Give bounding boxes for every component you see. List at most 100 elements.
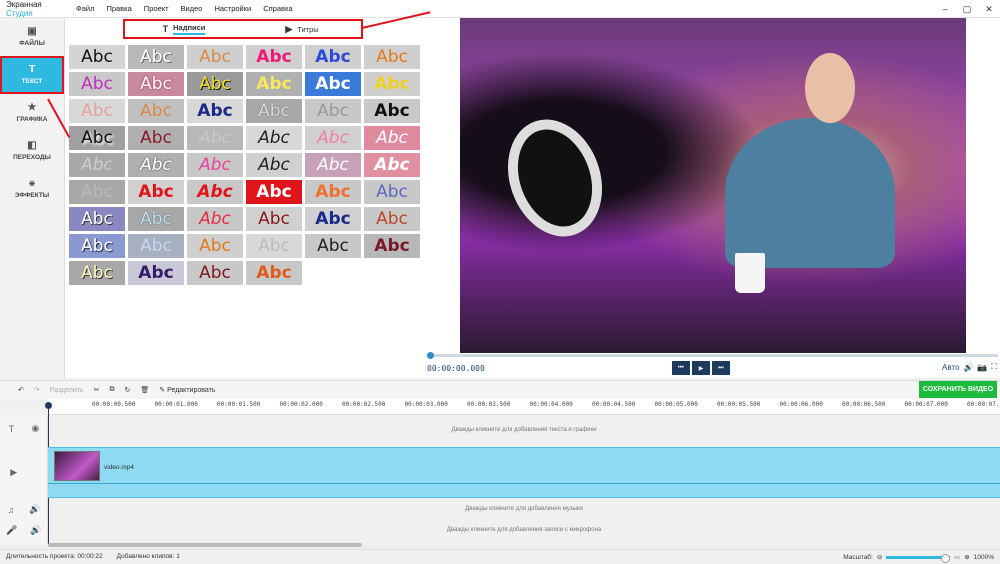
text-style-tile[interactable]: Abc bbox=[69, 99, 125, 123]
delete-icon[interactable]: 🗑 bbox=[140, 386, 149, 394]
text-style-tile[interactable]: Abc bbox=[305, 153, 361, 177]
text-style-tile[interactable]: Abc bbox=[187, 99, 243, 123]
text-style-tile[interactable]: Abc bbox=[246, 180, 302, 204]
zoom-out-icon[interactable]: ⊖ bbox=[877, 553, 882, 561]
zoom-in-icon[interactable]: ⊕ bbox=[964, 553, 969, 561]
text-style-tile[interactable]: Abc bbox=[305, 234, 361, 258]
text-style-tile[interactable]: Abc bbox=[305, 207, 361, 231]
text-style-tile[interactable]: Abc bbox=[187, 180, 243, 204]
text-style-tile[interactable]: Abc bbox=[187, 153, 243, 177]
undo-icon[interactable]: ↶ bbox=[18, 386, 24, 394]
text-style-tile[interactable]: Abc bbox=[69, 234, 125, 258]
text-style-tile[interactable]: Abc bbox=[187, 234, 243, 258]
volume-icon[interactable]: 🔊 bbox=[30, 525, 41, 536]
text-style-tile[interactable]: Abc bbox=[364, 45, 420, 69]
text-style-tile[interactable]: Abc bbox=[364, 207, 420, 231]
text-style-tile[interactable]: Abc bbox=[246, 45, 302, 69]
edit-button[interactable]: ✎ Редактировать bbox=[159, 386, 215, 394]
text-style-tile[interactable]: Abc bbox=[128, 126, 184, 150]
menu-item-5[interactable]: Справка bbox=[257, 4, 298, 13]
video-frame[interactable] bbox=[460, 18, 966, 353]
rotate-icon[interactable]: ↻ bbox=[125, 386, 131, 394]
maximize-icon[interactable]: ▢ bbox=[956, 0, 978, 18]
text-style-tile[interactable]: Abc bbox=[364, 180, 420, 204]
sidebar-item-3[interactable]: ◧ ПЕРЕХОДЫ bbox=[0, 132, 64, 170]
text-track-hint[interactable]: Дважды кликните для добавления текста и … bbox=[48, 427, 1000, 433]
text-style-tile[interactable]: Abc bbox=[305, 180, 361, 204]
menu-item-1[interactable]: Правка bbox=[100, 4, 137, 13]
tab-1[interactable]: ▶ Титры bbox=[243, 21, 361, 37]
text-style-tile[interactable]: Abc bbox=[187, 126, 243, 150]
text-style-tile[interactable]: Abc bbox=[128, 72, 184, 96]
volume-icon[interactable]: 🔊 bbox=[963, 363, 973, 372]
text-style-tile[interactable]: Abc bbox=[364, 234, 420, 258]
text-style-tile[interactable]: Abc bbox=[246, 153, 302, 177]
seek-bar[interactable] bbox=[427, 352, 998, 359]
text-style-tile[interactable]: Abc bbox=[69, 153, 125, 177]
clip-thumbnail[interactable] bbox=[54, 451, 100, 481]
text-style-tile[interactable]: Abc bbox=[364, 153, 420, 177]
text-style-tile[interactable]: Abc bbox=[305, 45, 361, 69]
playhead[interactable] bbox=[45, 402, 52, 409]
text-style-tile[interactable]: Abc bbox=[128, 153, 184, 177]
text-style-tile[interactable]: Abc bbox=[305, 99, 361, 123]
eye-icon[interactable]: ◉ bbox=[31, 423, 39, 434]
text-style-tile[interactable]: Abc bbox=[246, 126, 302, 150]
previous-frame-icon[interactable]: ⏮ bbox=[672, 361, 690, 375]
video-track[interactable]: video.mp4 bbox=[48, 447, 1000, 498]
text-style-tile[interactable]: Abc bbox=[128, 207, 184, 231]
crop-icon[interactable]: ⧉ bbox=[110, 386, 115, 394]
text-style-tile[interactable]: Abc bbox=[128, 234, 184, 258]
text-style-tile[interactable]: Abc bbox=[128, 45, 184, 69]
text-style-tile[interactable]: Abc bbox=[246, 234, 302, 258]
fullscreen-icon[interactable]: ⛶ bbox=[991, 362, 997, 372]
text-style-tile[interactable]: Abc bbox=[364, 99, 420, 123]
text-style-tile[interactable]: Abc bbox=[364, 72, 420, 96]
text-style-tile[interactable]: Abc bbox=[69, 126, 125, 150]
horizontal-scrollbar[interactable] bbox=[48, 543, 362, 547]
text-style-tile[interactable]: Abc bbox=[69, 45, 125, 69]
cut-icon[interactable]: ✂ bbox=[94, 386, 100, 394]
split-button[interactable]: Разделить bbox=[50, 387, 84, 394]
zoom-slider[interactable] bbox=[886, 553, 951, 563]
text-style-tile[interactable]: Abc bbox=[128, 99, 184, 123]
text-style-tile[interactable]: Abc bbox=[128, 180, 184, 204]
text-style-tile[interactable]: Abc bbox=[69, 207, 125, 231]
text-style-tile[interactable]: Abc bbox=[187, 45, 243, 69]
text-style-tile[interactable]: Abc bbox=[246, 99, 302, 123]
next-frame-icon[interactable]: ⏭ bbox=[712, 361, 730, 375]
text-style-tile[interactable]: Abc bbox=[69, 180, 125, 204]
music-track-hint[interactable]: Дважды кликните для добавления музыки bbox=[48, 506, 1000, 512]
timeline-ruler[interactable]: 00:00:00.500 00:00:01.000 00:00:01.500 00:0… bbox=[48, 399, 1000, 415]
mic-track-hint[interactable]: Дважды кликните для добавления записи с … bbox=[48, 527, 1000, 533]
aspect-ratio-select[interactable]: Авто bbox=[942, 363, 959, 372]
close-icon[interactable]: ✕ bbox=[978, 0, 1000, 18]
tab-0[interactable]: T Надписи bbox=[125, 21, 243, 37]
text-style-tile[interactable]: Abc bbox=[187, 207, 243, 231]
snapshot-icon[interactable]: 📷 bbox=[977, 363, 987, 372]
text-style-tile[interactable]: Abc bbox=[187, 72, 243, 96]
sidebar-item-4[interactable]: ⚹ ЭФФЕКТЫ bbox=[0, 170, 64, 208]
menu-item-0[interactable]: Файл bbox=[70, 4, 100, 13]
text-style-tile[interactable]: Abc bbox=[246, 207, 302, 231]
text-style-tile[interactable]: Abc bbox=[128, 261, 184, 285]
seek-knob[interactable] bbox=[427, 352, 434, 359]
redo-icon[interactable]: ↷ bbox=[34, 386, 40, 394]
save-video-button[interactable]: СОХРАНИТЬ ВИДЕО bbox=[919, 381, 997, 398]
text-style-tile[interactable]: Abc bbox=[305, 126, 361, 150]
text-style-tile[interactable]: Abc bbox=[187, 261, 243, 285]
menu-item-2[interactable]: Проект bbox=[138, 4, 175, 13]
menu-item-3[interactable]: Видео bbox=[175, 4, 209, 13]
text-style-tile[interactable]: Abc bbox=[305, 72, 361, 96]
menu-item-4[interactable]: Настройки bbox=[208, 4, 257, 13]
play-icon[interactable]: ▶ bbox=[692, 361, 710, 375]
minimize-icon[interactable]: – bbox=[934, 0, 956, 18]
sidebar-item-0[interactable]: ▣ ФАЙЛЫ bbox=[0, 18, 64, 56]
text-style-tile[interactable]: Abc bbox=[69, 261, 125, 285]
text-style-tile[interactable]: Abc bbox=[246, 261, 302, 285]
text-style-tile[interactable]: Abc bbox=[69, 72, 125, 96]
sidebar-item-1[interactable]: T ТЕКСТ bbox=[0, 56, 64, 94]
volume-icon[interactable]: 🔊 bbox=[29, 504, 40, 515]
text-style-tile[interactable]: Abc bbox=[246, 72, 302, 96]
text-style-tile[interactable]: Abc bbox=[364, 126, 420, 150]
